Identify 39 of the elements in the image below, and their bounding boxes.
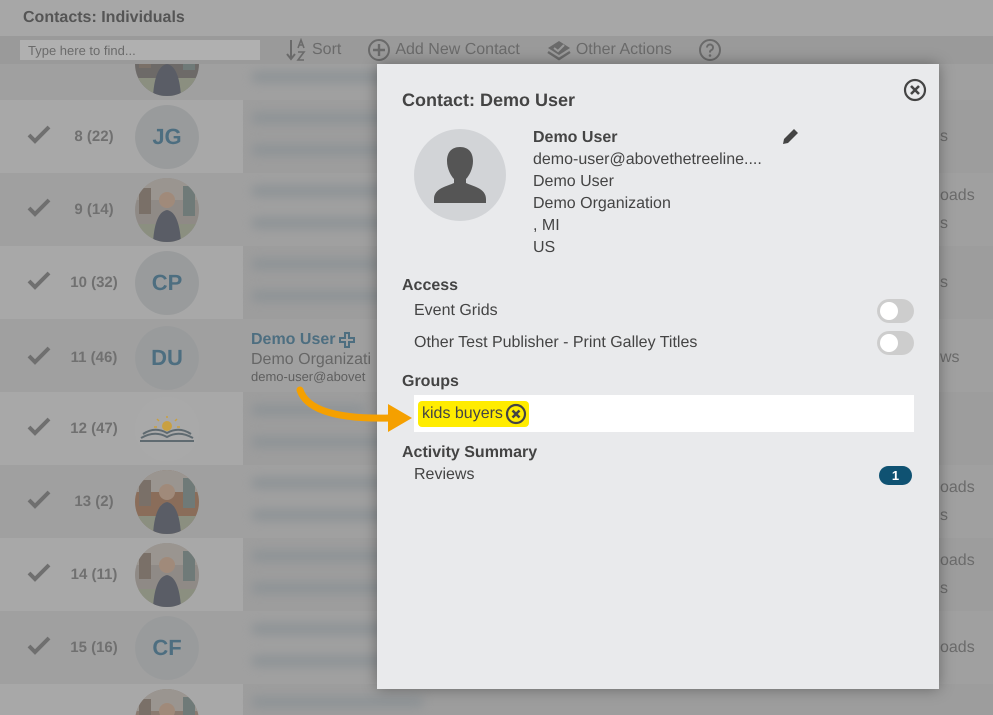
row-number: 12 (47) <box>70 420 118 437</box>
layers-check-icon <box>546 39 572 61</box>
access-label: Event Grids <box>414 302 498 320</box>
contact-detail: Demo Organization <box>533 194 672 214</box>
contact-name: Demo User <box>533 128 618 148</box>
add-icon <box>367 38 392 62</box>
toggle-switch[interactable] <box>877 331 914 355</box>
open-book-icon <box>139 416 195 442</box>
help-icon <box>698 38 722 62</box>
access-label: Other Test Publisher - Print Galley Titles <box>414 334 698 352</box>
toggle-switch[interactable] <box>877 299 914 323</box>
contact-detail: , MI <box>533 216 561 236</box>
contact-name[interactable]: Demo User <box>251 331 336 349</box>
section-heading: Activity Summary <box>402 444 538 462</box>
contact-organization: Demo Organizati <box>251 351 372 369</box>
initials-avatar: CF <box>135 616 199 680</box>
sort-icon <box>286 38 308 62</box>
contact-detail: US <box>533 238 556 258</box>
row-number: 10 (32) <box>70 274 118 291</box>
group-tag: kids buyers <box>418 400 529 426</box>
section-heading: Access <box>402 277 460 295</box>
row-number: 14 (11) <box>70 566 118 583</box>
dialog-title: Contact: Demo User <box>402 90 576 111</box>
initials-avatar: DU <box>135 326 199 390</box>
initials-avatar: CP <box>135 250 199 314</box>
remove-icon[interactable] <box>504 402 527 424</box>
initials-avatar: JG <box>135 104 199 168</box>
activity-label: Reviews <box>414 466 474 484</box>
count-badge: 1 <box>879 466 912 484</box>
contact-email: demo-user@abovet <box>251 369 366 384</box>
contact-detail: Demo User <box>533 172 615 192</box>
search-field[interactable]: Type here to find... <box>20 40 260 60</box>
contact-email: demo-user@abovethetreeline.... <box>533 150 762 170</box>
person-icon <box>432 145 488 205</box>
page-title: Contacts: Individuals <box>23 9 185 27</box>
row-number: 8 (22) <box>74 128 114 145</box>
groups-field[interactable]: kids buyers <box>414 395 914 432</box>
plus-icon <box>339 332 356 348</box>
section-heading: Groups <box>402 373 460 391</box>
